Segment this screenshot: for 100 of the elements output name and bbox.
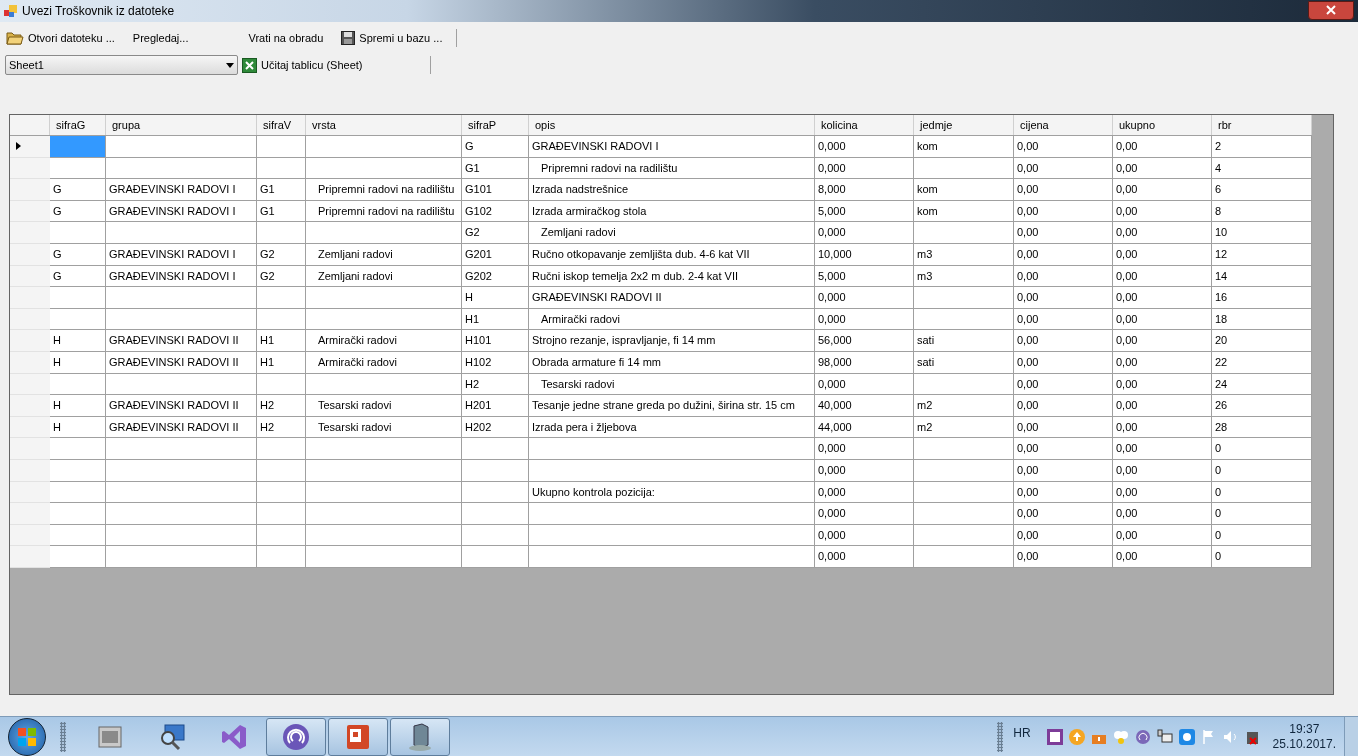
network-icon[interactable]: [1156, 728, 1173, 745]
table-cell: [462, 503, 529, 525]
table-cell: [50, 546, 106, 568]
swirl-logo-icon: [282, 722, 310, 751]
table-cell: G201: [462, 243, 529, 266]
table-cell: H: [50, 416, 106, 439]
column-header[interactable]: kolicina: [815, 115, 914, 135]
remote-icon[interactable]: [1178, 728, 1195, 745]
column-header[interactable]: sifraG: [50, 115, 106, 135]
table-cell: 0,00: [1113, 179, 1212, 201]
column-header[interactable]: rbr: [1212, 115, 1312, 135]
table-cell: 0,00: [1113, 416, 1212, 439]
table-cell: 0,000: [815, 503, 914, 525]
column-header[interactable]: vrsta: [306, 115, 462, 135]
presentation-icon: [344, 722, 372, 751]
taskbar-app-button[interactable]: [328, 717, 388, 756]
table-cell: 0: [1212, 481, 1312, 504]
table-cell: 0,00: [1014, 308, 1113, 331]
table-cell: [50, 308, 106, 331]
table-cell: H101: [462, 330, 529, 352]
table-cell: Zemljani radovi: [306, 265, 462, 288]
table-cell: 0,00: [1113, 243, 1212, 266]
table-cell: G101: [462, 179, 529, 201]
table-cell: 26: [1212, 395, 1312, 417]
table-cell: [50, 438, 106, 460]
column-header[interactable]: grupa: [106, 115, 257, 135]
table-cell: 0,00: [1113, 287, 1212, 309]
swirl-icon[interactable]: [1134, 728, 1151, 745]
table-cell: Strojno rezanje, ispravljanje, fi 14 mm: [529, 330, 815, 352]
sheet-dropdown[interactable]: Sheet1: [5, 55, 238, 75]
table-cell: Zemljani radovi: [529, 222, 815, 244]
table-cell: H: [462, 287, 529, 309]
table-cell: Izrada armiračkog stola: [529, 200, 815, 223]
table-cell: 8,000: [815, 179, 914, 201]
toolbar-button[interactable]: Otvori datoteku ...: [6, 27, 117, 49]
load-sheet-button[interactable]: Učitaj tablicu (Sheet): [242, 55, 363, 75]
table-cell: H201: [462, 395, 529, 417]
toolbar-button[interactable]: Pregledaj...: [132, 27, 191, 49]
row-header[interactable]: [10, 136, 50, 158]
table-cell: 0,00: [1014, 179, 1113, 201]
toolbar-button[interactable]: Spremi u bazu ...: [341, 27, 445, 49]
table-cell: H2: [257, 416, 306, 439]
table-cell: 10: [1212, 222, 1312, 244]
toolbar-button[interactable]: Vrati na obradu: [248, 27, 326, 49]
window-title: Uvezi Troškovnik iz datoteke: [22, 3, 175, 20]
table-cell: 2: [1212, 136, 1312, 158]
table-cell: G1: [257, 179, 306, 201]
table-cell: 0,00: [1014, 481, 1113, 504]
table-cell: Pripremni radovi na radilištu: [306, 200, 462, 223]
clock[interactable]: 19:37 25.10.2017.: [1272, 721, 1336, 752]
table-cell: 8: [1212, 200, 1312, 223]
table-cell: G1: [257, 200, 306, 223]
table-cell: H2: [462, 373, 529, 396]
table-cell: 0,00: [1014, 222, 1113, 244]
table-cell: [50, 157, 106, 180]
table-cell: kom: [914, 179, 1014, 201]
table-cell: 16: [1212, 287, 1312, 309]
close-icon: [1326, 5, 1336, 15]
notebook-icon[interactable]: [1046, 728, 1063, 745]
table-cell: 0,000: [815, 524, 914, 547]
close-button[interactable]: [1308, 0, 1354, 20]
table-cell: Armirački radovi: [306, 351, 462, 374]
taskbar-app-button[interactable]: [266, 717, 326, 756]
table-cell: [257, 287, 306, 309]
table-cell: H1: [257, 351, 306, 374]
column-header[interactable]: sifraV: [257, 115, 306, 135]
table-cell: G102: [462, 200, 529, 223]
column-header[interactable]: sifraP: [462, 115, 529, 135]
table-cell: 24: [1212, 373, 1312, 396]
table-cell: Tesarski radovi: [306, 395, 462, 417]
table-cell: H1: [257, 330, 306, 352]
table-cell: [50, 222, 106, 244]
table-cell: m3: [914, 265, 1014, 288]
table-cell: 0: [1212, 459, 1312, 482]
table-cell: GRAĐEVINSKI RADOVI I: [106, 200, 257, 223]
table-cell: G1: [462, 157, 529, 180]
table-cell: 0,000: [815, 222, 914, 244]
language-indicator[interactable]: HR: [1013, 723, 1031, 742]
table-cell: 22: [1212, 351, 1312, 374]
table-cell: Ručno otkopavanje zemljišta dub. 4-6 kat VII: [529, 243, 815, 266]
table-cell: G: [50, 265, 106, 288]
show-desktop-button[interactable]: [1344, 717, 1358, 756]
column-header[interactable]: jedmje: [914, 115, 1014, 135]
column-header[interactable]: opis: [529, 115, 815, 135]
table-cell: 0,000: [815, 157, 914, 180]
table-cell: 4: [1212, 157, 1312, 180]
start-button[interactable]: [8, 717, 46, 756]
column-header[interactable]: cijena: [1014, 115, 1113, 135]
table-cell: 0,00: [1113, 308, 1212, 331]
table-cell: 0,00: [1014, 524, 1113, 547]
folder-icon: [6, 31, 24, 45]
magnifier-icon: [158, 722, 186, 751]
table-cell: 0,000: [815, 459, 914, 482]
table-cell: [257, 524, 306, 547]
column-header[interactable]: ukupno: [1113, 115, 1212, 135]
taskbar-app-button[interactable]: [390, 717, 450, 756]
table-cell: [50, 459, 106, 482]
windows-logo-icon: [17, 726, 37, 747]
table-cell: 0: [1212, 438, 1312, 460]
table-cell: kom: [914, 200, 1014, 223]
